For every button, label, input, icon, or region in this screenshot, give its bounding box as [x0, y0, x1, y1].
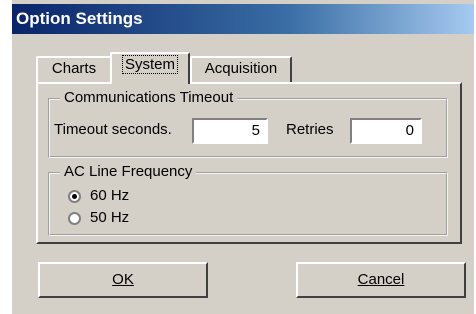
tab-system-label: System — [121, 55, 178, 74]
communications-timeout-group: Communications Timeout Timeout seconds. … — [48, 89, 448, 158]
radio-60hz-label: 60 Hz — [90, 187, 130, 204]
ac-line-frequency-title: AC Line Frequency — [60, 163, 197, 181]
cancel-button-label: Cancel — [357, 271, 405, 288]
ok-button[interactable]: OK — [38, 262, 208, 298]
cancel-button[interactable]: Cancel — [296, 262, 466, 298]
radio-60hz[interactable] — [68, 190, 81, 203]
tab-charts[interactable]: Charts — [36, 56, 112, 82]
retries-label: Retries — [286, 121, 334, 138]
retries-input[interactable]: 0 — [350, 118, 422, 144]
tab-system[interactable]: System — [110, 52, 190, 84]
timeout-seconds-label: Timeout seconds. — [54, 121, 172, 138]
title-bar: Option Settings — [12, 4, 474, 34]
radio-50hz[interactable] — [68, 212, 81, 225]
ok-button-label: OK — [112, 271, 134, 288]
option-settings-dialog: Option Settings Charts System Acquisitio… — [10, 0, 474, 314]
communications-timeout-title: Communications Timeout — [60, 89, 238, 107]
radio-50hz-label: 50 Hz — [90, 209, 130, 226]
system-tab-panel: Communications Timeout Timeout seconds. … — [36, 82, 462, 244]
timeout-seconds-input[interactable]: 5 — [192, 118, 268, 144]
tab-acquisition[interactable]: Acquisition — [190, 56, 292, 82]
ac-line-frequency-group: AC Line Frequency 60 Hz 50 Hz — [48, 163, 448, 236]
